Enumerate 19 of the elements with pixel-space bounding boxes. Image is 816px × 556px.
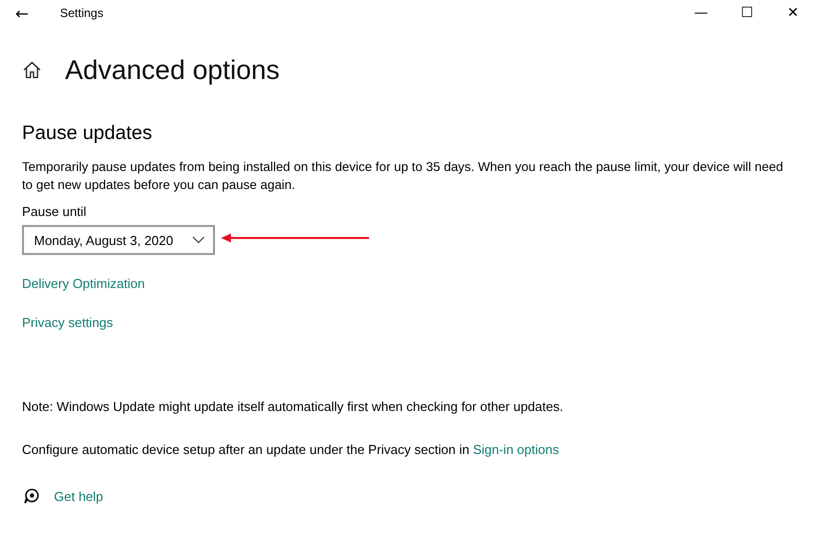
chevron-down-icon — [192, 236, 205, 244]
minimize-button[interactable]: — — [678, 0, 724, 26]
get-help-link[interactable]: Get help — [54, 489, 104, 504]
configure-text: Configure automatic device setup after an update under the Privacy section in Sign-in options — [22, 441, 560, 459]
window-title: Settings — [60, 6, 104, 20]
help-icon[interactable] — [23, 488, 41, 505]
note-text: Note: Windows Update might update itself automatically first when checking for other updates. — [22, 398, 564, 416]
home-icon[interactable] — [22, 60, 42, 80]
settings-link[interactable]: Privacy settings — [22, 314, 114, 332]
settings-link[interactable]: Delivery Optimization — [22, 275, 145, 293]
close-button[interactable]: ✕ — [770, 0, 816, 26]
field-label: Pause until — [22, 203, 86, 221]
sign-in-options-link[interactable]: Sign-in options — [472, 442, 559, 457]
maximize-button[interactable]: ☐ — [724, 0, 770, 26]
section-heading: Pause updates — [22, 121, 154, 146]
description-text: Temporarily pause updates from being installed on this device for up to 35 days. When you reach the pause limit, your device will need to get new updates before you can pause again. — [22, 158, 784, 194]
back-button[interactable]: ← — [0, 0, 44, 26]
date-dropdown[interactable]: Monday, August 3, 2020 — [22, 225, 215, 255]
page-title: Advanced options — [65, 54, 280, 86]
